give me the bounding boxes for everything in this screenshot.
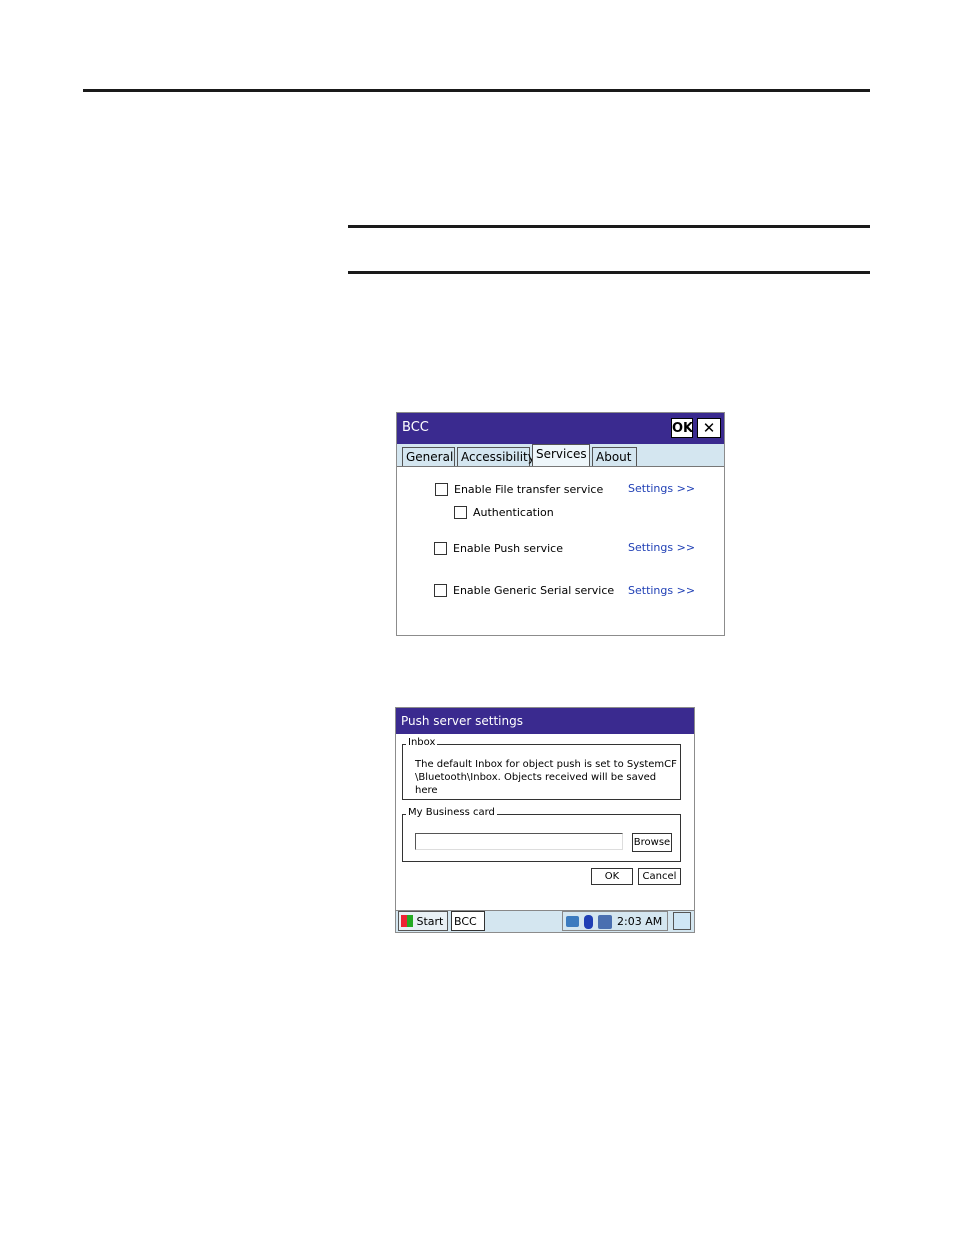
push-service-label: Enable Push service xyxy=(453,542,563,555)
bluetooth-icon[interactable] xyxy=(584,915,593,929)
file-transfer-checkbox[interactable] xyxy=(435,483,448,496)
inbox-text-line2: \Bluetooth\Inbox. Objects received will … xyxy=(415,772,657,796)
start-button[interactable]: Start xyxy=(398,911,448,931)
generic-serial-label: Enable Generic Serial service xyxy=(453,584,615,597)
windows-flag-icon xyxy=(401,915,413,927)
note-rule-top xyxy=(348,225,870,228)
inbox-group: Inbox The default Inbox for object push … xyxy=(402,737,681,800)
desktop-icon[interactable] xyxy=(673,912,691,930)
bcc-titlebar: BCC OK ✕ xyxy=(397,413,724,444)
tab-general[interactable]: General xyxy=(402,447,455,466)
network-icon[interactable] xyxy=(566,916,579,927)
file-transfer-label: Enable File transfer service xyxy=(454,483,604,496)
ok-button[interactable]: OK xyxy=(591,868,633,885)
push-service-checkbox[interactable] xyxy=(434,542,447,555)
push-settings-dialog: Push server settings Inbox The default I… xyxy=(395,707,695,933)
ok-button[interactable]: OK xyxy=(671,418,693,438)
tab-accessibility[interactable]: Accessibility xyxy=(457,447,535,466)
business-card-group-label: My Business card xyxy=(406,807,497,818)
bcc-title: BCC xyxy=(402,420,429,435)
push-title: Push server settings xyxy=(401,714,523,728)
bcc-dialog: BCC OK ✕ General Accessibility Services … xyxy=(396,412,725,636)
top-rule xyxy=(83,89,870,92)
inbox-group-label: Inbox xyxy=(406,737,438,748)
authentication-checkbox[interactable] xyxy=(454,506,467,519)
note-rule-bottom xyxy=(348,271,870,274)
taskbar: Start BCC 2:03 AM xyxy=(396,910,694,932)
browse-button[interactable]: Browse xyxy=(632,833,672,852)
tab-services[interactable]: Services xyxy=(532,444,590,467)
authentication-label: Authentication xyxy=(473,506,554,519)
generic-serial-checkbox[interactable] xyxy=(434,584,447,597)
system-tray: 2:03 AM xyxy=(562,911,668,931)
file-transfer-settings-link[interactable]: Settings >> xyxy=(628,482,695,495)
generic-serial-settings-link[interactable]: Settings >> xyxy=(628,584,695,597)
close-icon[interactable]: ✕ xyxy=(697,418,721,438)
clock[interactable]: 2:03 AM xyxy=(617,912,662,932)
start-label: Start xyxy=(416,915,444,928)
taskbar-app-bcc[interactable]: BCC xyxy=(451,911,485,931)
keyboard-icon[interactable] xyxy=(598,915,612,929)
tab-row: General Accessibility Services About xyxy=(397,444,724,467)
push-titlebar: Push server settings xyxy=(396,708,694,734)
tab-about[interactable]: About xyxy=(592,447,637,466)
push-settings-link[interactable]: Settings >> xyxy=(628,541,695,554)
inbox-text-line1: The default Inbox for object push is set… xyxy=(415,759,677,770)
cancel-button[interactable]: Cancel xyxy=(638,868,681,885)
services-panel: Enable File transfer service Settings >>… xyxy=(397,467,724,635)
business-card-group: My Business card Browse xyxy=(402,807,681,862)
business-card-input[interactable] xyxy=(415,833,623,850)
